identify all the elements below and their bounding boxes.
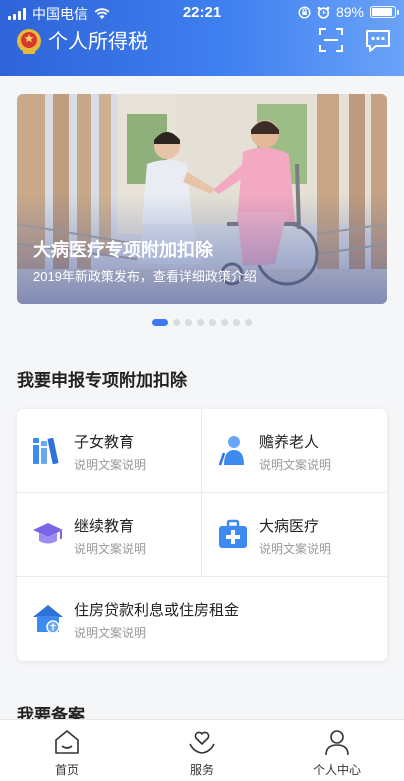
carousel-dot[interactable]: [173, 319, 180, 326]
battery-icon: [370, 6, 399, 18]
deduction-title: 继续教育: [74, 518, 135, 535]
banner-title: 大病医疗专项附加扣除: [33, 240, 213, 260]
deduction-title: 大病医疗: [259, 518, 320, 535]
deduction-item-elderly-support[interactable]: 赡养老人 说明文案说明: [202, 409, 387, 492]
deduction-item-children-education[interactable]: 子女教育 说明文案说明: [17, 409, 201, 492]
promo-banner[interactable]: 大病医疗专项附加扣除 2019年新政策发布，查看详细政策介绍: [17, 94, 387, 304]
rotation-lock-icon: [298, 5, 311, 19]
deduction-desc: 说明文案说明: [259, 542, 332, 556]
bottom-tab-bar: 首页 服务 个人中心: [0, 719, 404, 781]
carousel-dot[interactable]: [185, 319, 192, 326]
deduction-title: 赡养老人: [259, 434, 320, 451]
deductions-heading: 我要申报专项附加扣除: [17, 371, 187, 390]
user-icon: [325, 730, 349, 756]
deduction-desc: 说明文案说明: [74, 458, 147, 472]
carousel-dot[interactable]: [245, 319, 252, 326]
elder-icon: [218, 436, 244, 466]
scan-icon[interactable]: [318, 27, 344, 53]
deduction-desc: 说明文案说明: [74, 542, 147, 556]
alarm-icon: [317, 6, 330, 19]
house-icon: [33, 605, 63, 634]
carousel-dot[interactable]: [233, 319, 240, 326]
carousel-dot[interactable]: [221, 319, 228, 326]
deduction-desc: 说明文案说明: [259, 458, 332, 472]
deduction-desc: 说明文案说明: [74, 626, 147, 640]
app-header: 中国电信 22:21 89% 个人所得税: [0, 0, 404, 76]
tab-label: 首页: [54, 763, 79, 777]
carousel-dot[interactable]: [209, 319, 216, 326]
carousel-indicator[interactable]: [152, 319, 252, 326]
tax-emblem-icon: [17, 29, 41, 54]
tab-home[interactable]: 首页: [22, 720, 112, 781]
heart-hands-icon: [189, 731, 215, 754]
tab-label: 个人中心: [312, 763, 361, 777]
home-icon: [55, 730, 79, 754]
deduction-item-serious-illness[interactable]: 大病医疗 说明文案说明: [202, 493, 387, 576]
deduction-title: 子女教育: [74, 434, 135, 451]
carousel-dot[interactable]: [152, 319, 168, 326]
message-icon[interactable]: [364, 27, 392, 55]
deduction-item-continuing-education[interactable]: 继续教育 说明文案说明: [17, 493, 201, 576]
tab-personal-center[interactable]: 个人中心: [292, 720, 382, 781]
battery-percent: 89%: [335, 4, 364, 20]
app-title: 个人所得税: [48, 31, 148, 53]
books-icon: [33, 437, 59, 465]
tab-services[interactable]: 服务: [157, 720, 247, 781]
graduation-cap-icon: [33, 523, 63, 544]
deduction-title: 住房贷款利息或住房租金: [74, 602, 240, 619]
medical-kit-icon: [219, 519, 247, 548]
deduction-item-housing[interactable]: 住房贷款利息或住房租金 说明文案说明: [17, 577, 387, 661]
status-bar: 中国电信 22:21 89%: [0, 0, 404, 24]
banner-subtitle: 2019年新政策发布，查看详细政策介绍: [33, 269, 257, 284]
deductions-card: 子女教育 说明文案说明 赡养老人 说明文案说明 继续教育 说明文案说明 大病医疗…: [17, 409, 387, 661]
tab-label: 服务: [189, 763, 214, 777]
carousel-dot[interactable]: [197, 319, 204, 326]
